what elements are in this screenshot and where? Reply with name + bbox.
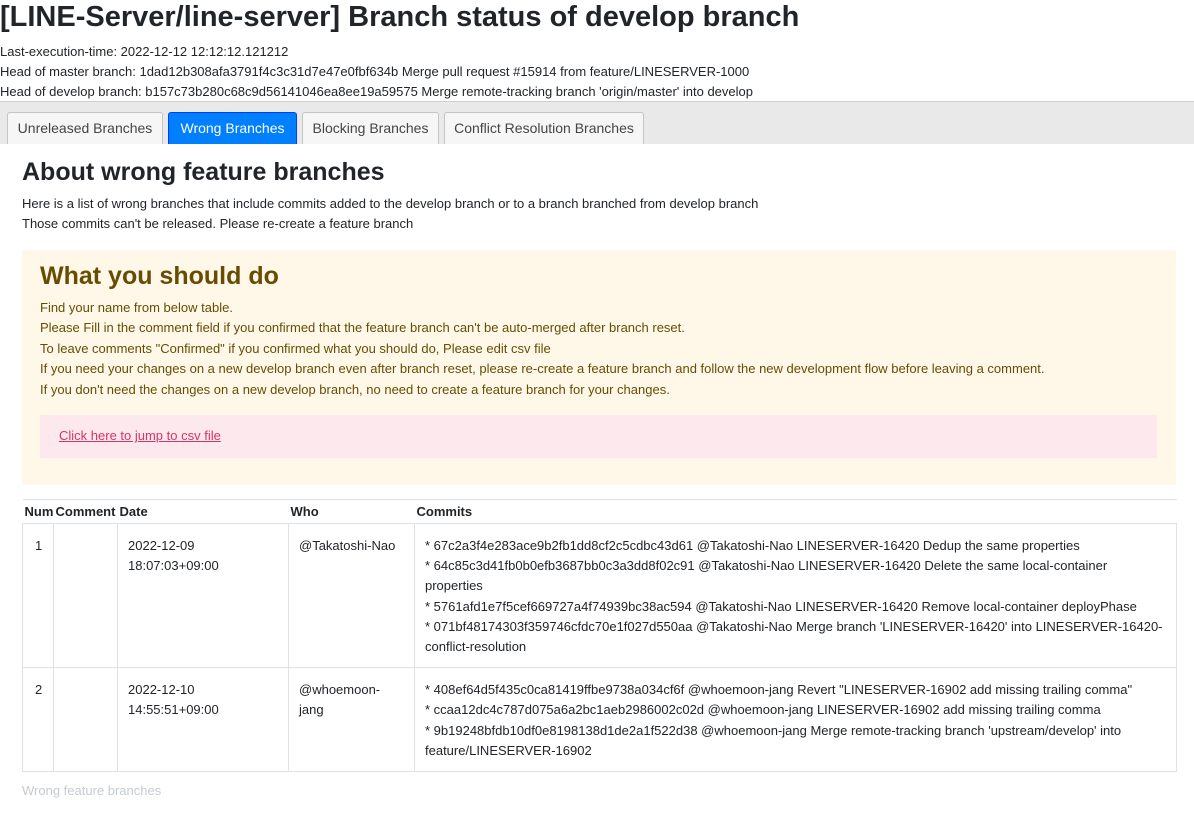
commit-line: * 64c85c3d41fb0b0efb3687bb0c3a3dd8f02c91… xyxy=(425,558,1108,594)
table-header-row: Num Comment Date Who Commits xyxy=(22,499,1177,524)
callout-instructions: Find your name from below table. Please … xyxy=(40,298,1045,400)
row-date-day: 2022-12-09 xyxy=(128,538,195,553)
commit-line: * 9b19248bfdb10df0e8198138d1de2a1f522d38… xyxy=(425,722,1122,758)
wrong-branches-table-wrap: Num Comment Date Who Commits 1 2022-12-0… xyxy=(22,499,1177,773)
tab-bar: Unreleased Branches Wrong Branches Block… xyxy=(0,101,1194,144)
tab-blocking-branches[interactable]: Blocking Branches xyxy=(302,112,439,144)
instruction-line: To leave comments "Confirmed" if you con… xyxy=(40,340,551,356)
instruction-line: If you need your changes on a new develo… xyxy=(40,361,1045,377)
instruction-line: Find your name from below table. xyxy=(40,300,233,315)
row-num: 1 xyxy=(22,522,54,669)
section-intro: Here is a list of wrong branches that in… xyxy=(22,194,758,234)
wrong-branches-table: Num Comment Date Who Commits 1 2022-12-0… xyxy=(22,499,1177,773)
row-commits: * 408ef64d5f435c0ca81419ffbe9738a034cf6f… xyxy=(414,667,1177,773)
page-title: [LINE-Server/line-server] Branch status … xyxy=(0,1,800,33)
column-header-comment[interactable]: Comment xyxy=(53,499,118,524)
row-date-time: 14:55:51+09:00 xyxy=(128,702,219,718)
row-date-time: 18:07:03+09:00 xyxy=(128,558,219,574)
row-num: 2 xyxy=(22,667,54,773)
row-comment xyxy=(53,667,118,773)
commit-line: * 408ef64d5f435c0ca81419ffbe9738a034cf6f… xyxy=(425,682,1133,698)
row-comment xyxy=(53,522,118,669)
column-header-num[interactable]: Num xyxy=(22,499,54,524)
column-header-date[interactable]: Date xyxy=(117,499,289,524)
row-date: 2022-12-09 18:07:03+09:00 xyxy=(117,522,289,669)
intro-line: Those commits can't be released. Please … xyxy=(22,216,414,231)
csv-link-box: Click here to jump to csv file xyxy=(40,415,1157,458)
commit-line: * 071bf48174303f359746cfdc70e1f027d550aa… xyxy=(425,618,1163,655)
intro-line: Here is a list of wrong branches that in… xyxy=(22,196,759,211)
master-branch-head: Head of master branch: 1dad12b308afa3791… xyxy=(0,64,750,79)
section-heading: About wrong feature branches xyxy=(22,158,385,186)
last-execution-time: Last-execution-time: 2022-12-12 12:12:12… xyxy=(0,44,289,59)
tab-wrong-branches[interactable]: Wrong Branches xyxy=(168,112,297,144)
develop-branch-head: Head of develop branch: b157c73b280c68c9… xyxy=(0,84,753,99)
table-row: 2 2022-12-10 14:55:51+09:00 @whoemoon-ja… xyxy=(22,667,1177,773)
commit-line: * 67c2a3f4e283ace9b2fb1dd8cf2c5cdbc43d61… xyxy=(425,538,1080,553)
table-row: 1 2022-12-09 18:07:03+09:00 @Takatoshi-N… xyxy=(22,522,1177,669)
callout-title: What you should do xyxy=(40,262,279,290)
commit-line: * ccaa12dc4c787d075a6a2bc1aeb2986002c02d… xyxy=(425,702,1101,718)
column-header-commits[interactable]: Commits xyxy=(414,499,1177,524)
instructions-callout: What you should do Find your name from b… xyxy=(22,250,1176,485)
row-commits: * 67c2a3f4e283ace9b2fb1dd8cf2c5cdbc43d61… xyxy=(414,522,1177,669)
column-header-who[interactable]: Who xyxy=(288,499,415,524)
row-date-day: 2022-12-10 xyxy=(128,682,195,698)
commit-line: * 5761afd1e7f5cef669727a4f74939bc38ac594… xyxy=(425,598,1137,614)
row-who: @Takatoshi-Nao xyxy=(288,522,415,669)
instruction-line: If you don't need the changes on a new d… xyxy=(40,381,670,397)
footer-note: Wrong feature branches xyxy=(22,783,162,798)
instruction-line: Please Fill in the comment field if you … xyxy=(40,320,685,336)
csv-file-link[interactable]: Click here to jump to csv file xyxy=(59,426,221,446)
row-who: @whoemoon-jang xyxy=(288,667,415,773)
row-date: 2022-12-10 14:55:51+09:00 xyxy=(117,667,289,773)
tab-conflict-resolution-branches[interactable]: Conflict Resolution Branches xyxy=(444,112,644,144)
execution-meta: Last-execution-time: 2022-12-12 12:12:12… xyxy=(0,42,753,102)
tab-unreleased-branches[interactable]: Unreleased Branches xyxy=(7,112,163,144)
